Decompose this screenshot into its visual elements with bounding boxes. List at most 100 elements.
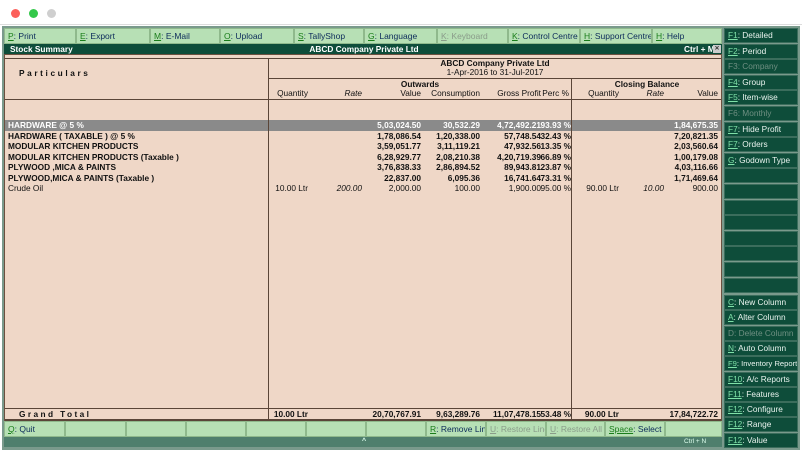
cell-value: 1,71,469.64 xyxy=(674,172,718,183)
button-label: : Quit xyxy=(14,424,35,434)
export-button[interactable]: E: Export xyxy=(76,28,150,44)
upload-button[interactable]: O: Upload xyxy=(220,28,294,44)
cell-gross-profit: 11,07,478.15 xyxy=(493,409,541,419)
item-wise-button[interactable]: F5: Item-wise xyxy=(724,90,798,106)
table-row[interactable]: MODULAR KITCHEN PRODUCTS (Taxable ) 6,28,… xyxy=(5,152,721,163)
support-centre-button[interactable]: H: Support Centre xyxy=(580,28,652,44)
item-name: MODULAR KITCHEN PRODUCTS (Taxable ) xyxy=(8,151,179,162)
status-strip: ^ Ctrl + N xyxy=(4,437,722,447)
cell-quantity: 90.00 Ltr xyxy=(584,409,619,419)
table-row[interactable]: HARDWARE ( TAXABLE ) @ 5 % 1,78,086.54 1,2… xyxy=(5,131,721,142)
close-icon[interactable]: ✕ xyxy=(713,45,721,53)
shortcut-key: F12 xyxy=(728,434,743,445)
select-button[interactable]: Space: Select xyxy=(605,421,665,437)
monthly-button: F6: Monthly xyxy=(724,106,798,121)
divider xyxy=(268,58,269,420)
empty-button xyxy=(724,246,798,262)
item-name: Crude Oil xyxy=(8,183,44,193)
remove-line-button[interactable]: R: Remove Line xyxy=(426,421,486,437)
configure-button[interactable]: F12: Configure xyxy=(724,402,798,418)
godown-type-button[interactable]: G: Godown Type xyxy=(724,152,798,168)
cell-value: 17,84,722.72 xyxy=(669,409,718,419)
cell-value: 5,03,024.50 xyxy=(377,120,421,130)
cell-consumption: 3,11,119.21 xyxy=(437,141,480,151)
period-button[interactable]: F2: Period xyxy=(724,43,798,59)
e-mail-button[interactable]: M: E-Mail xyxy=(150,28,220,44)
empty-button xyxy=(724,199,798,215)
close-window-icon[interactable] xyxy=(11,9,20,18)
empty-button[interactable] xyxy=(366,421,426,437)
cell-gross-profit: 1,900.00 xyxy=(508,183,541,193)
button-label: : Monthly xyxy=(737,108,772,118)
shortcut-key: F11 xyxy=(728,388,742,399)
particulars-header: Particulars xyxy=(19,68,91,78)
table-row[interactable]: MODULAR KITCHEN PRODUCTS 3,59,051.77 3,11,… xyxy=(5,141,721,152)
empty-button[interactable] xyxy=(665,421,722,437)
empty-button xyxy=(724,184,798,199)
cell-perc: 13.35 % xyxy=(540,141,571,151)
button-label: : Detailed xyxy=(737,30,773,40)
maximize-window-icon[interactable] xyxy=(29,9,38,18)
cell-gross-profit: 57,748.54 xyxy=(504,130,541,141)
quit-button[interactable]: Q: Quit xyxy=(4,421,65,437)
cell-consumption: 2,86,894.52 xyxy=(436,162,480,172)
cell-value: 2,000.00 xyxy=(388,183,421,193)
language-button[interactable]: G: Language xyxy=(364,28,437,44)
grand-total-label: Grand Total xyxy=(19,409,92,419)
table-row[interactable]: PLYWOOD ,MICA & PAINTS 3,76,838.33 2,86,89… xyxy=(5,162,721,173)
tallyshop-button[interactable]: S: TallyShop xyxy=(294,28,364,44)
cell-value: 1,84,675.35 xyxy=(674,120,718,130)
button-label: : Print xyxy=(13,31,36,41)
alter-column-button[interactable]: A: Alter Column xyxy=(724,310,798,326)
hide-profit-button[interactable]: F7: Hide Profit xyxy=(724,121,798,137)
caret-up-icon[interactable]: ^ xyxy=(354,437,374,447)
group-button[interactable]: F4: Group xyxy=(724,74,798,90)
range-button[interactable]: F12: Range xyxy=(724,417,798,433)
cell-perc: 23.87 % xyxy=(540,162,571,172)
orders-button[interactable]: F7: Orders xyxy=(724,137,798,153)
value-button[interactable]: F12: Value xyxy=(724,432,798,448)
top-button-bar: P: Print E: Export M: E-Mail O: Upload S: Ta… xyxy=(4,28,722,44)
item-name: PLYWOOD,MICA & PAINTS (Taxable ) xyxy=(8,172,155,183)
cell-value: 3,76,838.33 xyxy=(377,162,421,172)
detailed-button[interactable]: F1: Detailed xyxy=(724,28,798,43)
delete-column-button: D: Delete Column xyxy=(724,325,798,341)
empty-button[interactable] xyxy=(65,421,126,437)
cell-value: 3,59,051.77 xyxy=(377,141,421,151)
help-button[interactable]: H: Help xyxy=(652,28,722,44)
button-label: : Select xyxy=(633,424,662,434)
auto-column-button[interactable]: N: Auto Column xyxy=(724,340,798,356)
inventory-reports-button[interactable]: F9: Inventory Reports xyxy=(724,356,798,372)
table-row[interactable]: Crude Oil 10.00 Ltr 200.00 2,000.00 100.00 1,… xyxy=(5,183,721,194)
shortcut-key: F7 xyxy=(728,123,738,134)
cell-perc: 32.43 % xyxy=(540,130,571,141)
cell-quantity: 10.00 Ltr xyxy=(275,183,308,193)
column-header-quantity: Quantity xyxy=(277,88,308,98)
cell-consumption: 30,532.29 xyxy=(443,120,480,130)
restore-all-button: U: Restore All xyxy=(546,421,605,437)
table-row[interactable]: PLYWOOD,MICA & PAINTS (Taxable ) 22,837.0… xyxy=(5,173,721,184)
button-label: : Support Centre xyxy=(590,31,652,41)
control-centre-button[interactable]: K: Control Centre xyxy=(508,28,580,44)
print-button[interactable]: P: Print xyxy=(4,28,76,44)
shortcut-key: F12 xyxy=(728,404,743,415)
button-label: : Item-wise xyxy=(737,92,778,103)
empty-button[interactable] xyxy=(246,421,306,437)
empty-button[interactable] xyxy=(306,421,366,437)
features-button[interactable]: F11: Features xyxy=(724,386,798,402)
shortcut-key: F2 xyxy=(728,45,738,56)
table-row[interactable]: HARDWARE @ 5 % 5,03,024.50 30,532.29 4,72,4… xyxy=(5,120,721,131)
button-label: : Features xyxy=(741,388,780,399)
empty-button[interactable] xyxy=(186,421,246,437)
button-label: : Period xyxy=(737,45,767,56)
column-header-value: Value xyxy=(697,88,718,98)
a-c-reports-button[interactable]: F10: A/c Reports xyxy=(724,371,798,387)
new-column-button[interactable]: C: New Column xyxy=(724,295,798,310)
keyboard-button: K: Keyboard xyxy=(437,28,508,44)
title-bar: Stock Summary ABCD Company Private Ltd C… xyxy=(4,44,722,54)
cell-quantity: 90.00 Ltr xyxy=(586,183,619,193)
button-label: : Inventory Reports xyxy=(736,359,798,369)
minimize-window-icon[interactable] xyxy=(47,9,56,18)
empty-button[interactable] xyxy=(126,421,186,437)
item-name: HARDWARE @ 5 % xyxy=(8,120,84,130)
